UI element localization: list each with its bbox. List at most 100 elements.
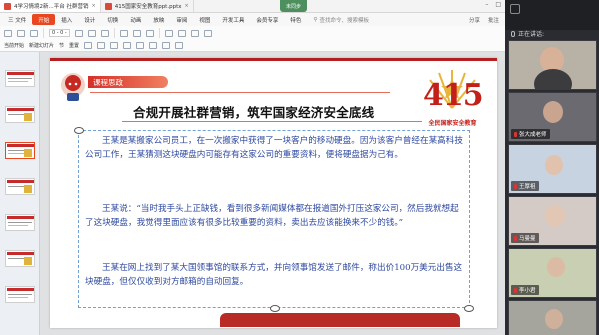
- toolbar-label-new-slide[interactable]: 新建幻灯片: [29, 42, 54, 49]
- close-icon[interactable]: ×: [184, 3, 188, 9]
- slide-top-strip: [50, 58, 497, 61]
- format-painter-icon[interactable]: [110, 41, 119, 49]
- video-tile[interactable]: [508, 40, 597, 90]
- menu-start[interactable]: 开始: [32, 14, 56, 25]
- participant-name: 李小君: [511, 285, 539, 295]
- mascot-icon: [61, 73, 85, 101]
- toolbar-row-2: 当前开始 新建幻灯片 节 重置: [0, 39, 184, 51]
- new-slide-icon[interactable]: [17, 29, 25, 37]
- menu-file[interactable]: 三 文件: [2, 14, 32, 25]
- copy-icon[interactable]: [97, 41, 106, 49]
- slide-thumbnail-selected[interactable]: [5, 142, 35, 159]
- menu-view[interactable]: 视图: [193, 14, 216, 25]
- body-textbox[interactable]: 王某是某搬家公司员工，在一次搬家中获得了一块客户的移动硬盘。因为该客户曾经在某高…: [74, 127, 474, 312]
- screen: 4学习情境2新...平台 社群营销 × 415国家安全教育ppt.pptx × …: [0, 0, 599, 335]
- minimize-icon[interactable]: –: [485, 1, 488, 8]
- tab-label: 415国家安全教育ppt.pptx: [114, 4, 182, 10]
- tab-label: 4学习情境2新...平台 社群营销: [14, 4, 89, 10]
- national-security-logo: 415 全民国家安全教育: [415, 70, 490, 134]
- paragraph-2-text: 王某说：“当时我手头上正缺钱，看到很多新闻媒体都在报道国外打压这家公司，然后我就…: [85, 204, 459, 228]
- meeting-header: [505, 0, 599, 30]
- numbered-list-icon[interactable]: [162, 41, 171, 49]
- arrange-icon[interactable]: [203, 29, 212, 37]
- mic-muted-icon: [514, 235, 517, 241]
- slide-editor: 课程思政 合规开展社群营销，筑牢国家经济安全底线 415 全民国家安全教育 王某…: [40, 52, 505, 335]
- font-name-dropdown[interactable]: 0 - 0 -: [49, 29, 70, 37]
- search-placeholder: 查找命令、搜索模板: [319, 17, 369, 24]
- close-icon[interactable]: ×: [92, 3, 96, 9]
- video-tile[interactable]: 孙韩: [508, 300, 597, 335]
- expand-icon[interactable]: [510, 4, 520, 14]
- toolbar-label-current-start[interactable]: 当前开始: [4, 42, 24, 49]
- strikethrough-icon[interactable]: [123, 41, 132, 49]
- speaking-label: 正在讲话:: [518, 31, 545, 38]
- menu-developer[interactable]: 开发工具: [216, 14, 250, 25]
- pptx-file-icon: [104, 2, 112, 10]
- command-search[interactable]: ⚲ 查找命令、搜索模板: [313, 16, 369, 24]
- video-tile[interactable]: 马曼曼: [508, 196, 597, 246]
- bold-icon[interactable]: [74, 29, 83, 37]
- font-color-icon[interactable]: [136, 41, 145, 49]
- italic-icon[interactable]: [87, 29, 96, 37]
- play-icon[interactable]: [4, 29, 12, 37]
- underline-icon[interactable]: [100, 29, 109, 37]
- menu-special[interactable]: 特色: [284, 14, 307, 25]
- menu-transition[interactable]: 切换: [101, 14, 124, 25]
- mic-muted-icon: [514, 183, 517, 189]
- slide-thumbnail[interactable]: [5, 214, 35, 231]
- line-spacing-icon[interactable]: [175, 41, 184, 49]
- slide-thumbnail[interactable]: [5, 70, 35, 87]
- paste-icon[interactable]: [84, 41, 93, 49]
- resize-handle[interactable]: [74, 127, 84, 134]
- slide-thumbnail[interactable]: [5, 250, 35, 267]
- tab-document-2[interactable]: 415国家安全教育ppt.pptx ×: [101, 0, 194, 12]
- layout-icon[interactable]: [30, 29, 38, 37]
- paragraph-2: 王某说：“当时我手头上正缺钱，看到很多新闻媒体都在报道国外打压这家公司，然后我就…: [85, 203, 465, 230]
- menu-animation[interactable]: 动画: [124, 14, 147, 25]
- toolbar-label-section[interactable]: 节: [59, 42, 64, 49]
- menu-design[interactable]: 设计: [78, 14, 101, 25]
- slide-thumbnail[interactable]: [5, 106, 35, 123]
- speaking-indicator: 正在讲话:: [511, 29, 544, 38]
- bullet-list-icon[interactable]: [149, 41, 158, 49]
- resize-handle[interactable]: [464, 305, 474, 312]
- toolbar-label-reset[interactable]: 重置: [69, 42, 79, 49]
- picture-icon[interactable]: [177, 29, 186, 37]
- slide-thumbnail-panel[interactable]: [0, 52, 40, 335]
- shape-icon[interactable]: [164, 29, 173, 37]
- video-tile[interactable]: 李小君: [508, 248, 597, 298]
- align-left-icon[interactable]: [119, 29, 128, 37]
- pptx-file-icon: [4, 2, 11, 10]
- slide-title[interactable]: 合规开展社群营销，筑牢国家经济安全底线: [133, 102, 374, 121]
- toolbar-row-1: 0 - 0 -: [0, 27, 212, 39]
- video-tile[interactable]: 张大成老师: [508, 92, 597, 142]
- video-tile[interactable]: 王厚祖: [508, 144, 597, 194]
- participant-name: 张大成老师: [511, 129, 550, 139]
- slide-canvas[interactable]: 课程思政 合规开展社群营销，筑牢国家经济安全底线 415 全民国家安全教育 王某…: [50, 58, 497, 328]
- maximize-icon[interactable]: □: [495, 1, 501, 8]
- bottom-decoration: [220, 313, 460, 327]
- textbox-icon[interactable]: [190, 29, 199, 37]
- tab-document-1[interactable]: 4学习情境2新...平台 社群营销 ×: [0, 0, 101, 12]
- resize-handle[interactable]: [270, 305, 280, 312]
- slide-thumbnail[interactable]: [5, 178, 35, 195]
- align-right-icon[interactable]: [145, 29, 154, 37]
- window-controls: – □: [485, 1, 501, 8]
- ribbon-menu-bar: 三 文件 开始 插入 设计 切换 动画 放映 审阅 视图 开发工具 会员专享 特…: [0, 13, 505, 26]
- paragraph-3: 王某在网上找到了某大国领事馆的联系方式，并向领事馆发送了邮件，称出价100万美元…: [85, 262, 465, 289]
- menu-review[interactable]: 审阅: [170, 14, 193, 25]
- menu-member[interactable]: 会员专享: [250, 14, 284, 25]
- sync-status-badge[interactable]: 未同步: [280, 0, 308, 12]
- title-underline: [122, 121, 422, 122]
- comment-button[interactable]: 批注: [488, 16, 499, 24]
- participant-name: 马曼曼: [511, 233, 539, 243]
- share-button[interactable]: 分享: [469, 16, 480, 24]
- menu-insert[interactable]: 插入: [55, 14, 78, 25]
- search-icon: ⚲: [313, 16, 318, 23]
- paragraph-1: 王某是某搬家公司员工，在一次搬家中获得了一块客户的移动硬盘。因为该客户曾经在某高…: [85, 135, 465, 162]
- align-center-icon[interactable]: [132, 29, 141, 37]
- document-tab-bar: 4学习情境2新...平台 社群营销 × 415国家安全教育ppt.pptx × …: [0, 0, 505, 13]
- menu-slideshow[interactable]: 放映: [147, 14, 170, 25]
- slide-thumbnail[interactable]: [5, 286, 35, 303]
- divider: [113, 28, 115, 38]
